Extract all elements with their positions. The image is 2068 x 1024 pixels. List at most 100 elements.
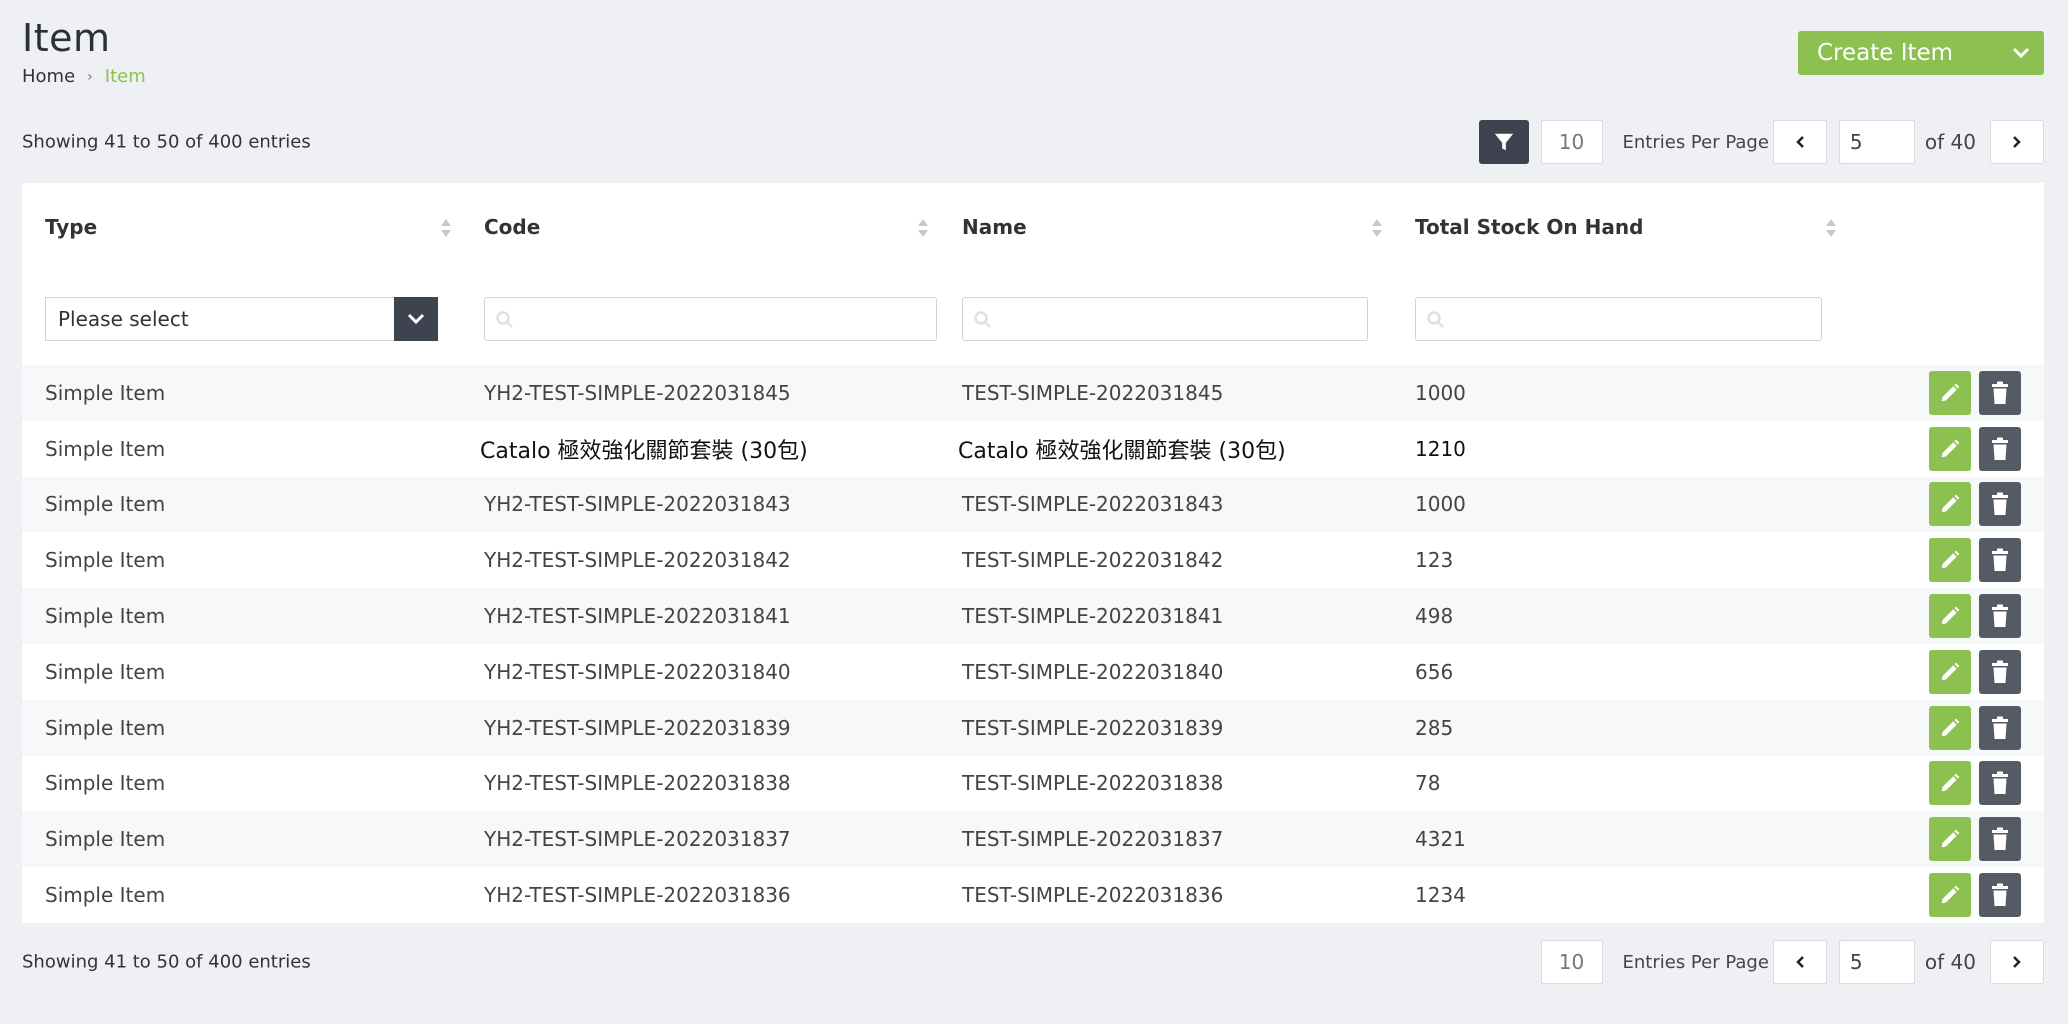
sort-icon[interactable] [440,217,452,239]
cell-type: Simple Item [45,827,166,852]
edit-button[interactable] [1929,594,1971,639]
chevron-left-icon [1796,136,1804,148]
breadcrumb-separator-icon: › [87,68,93,85]
trash-icon [1992,437,2008,460]
pencil-icon [1941,718,1960,736]
table-row: Simple Item YH2-TEST-SIMPLE-2022031839 T… [22,699,2044,756]
bottom-pager: Showing 41 to 50 of 400 entries 10 Entri… [22,940,2044,984]
cell-code: Catalo 極效強化關節套裝 (30包) [480,438,808,464]
delete-button[interactable] [1979,761,2021,806]
create-item-button[interactable]: Create Item [1798,31,2044,75]
page-number-input[interactable]: 5 [1838,120,1915,164]
pencil-icon [1941,885,1960,904]
edit-button[interactable] [1929,761,1971,806]
delete-button[interactable] [1979,370,2021,415]
edit-button[interactable] [1929,370,1971,415]
type-filter-select[interactable]: Please select [45,297,438,341]
delete-button[interactable] [1979,649,2021,694]
row-actions [1929,482,2021,527]
cell-type: Simple Item [45,883,166,908]
delete-button[interactable] [1979,705,2021,750]
per-page-input[interactable]: 10 [1540,120,1603,164]
cell-type: Simple Item [45,548,166,573]
filter-button[interactable] [1478,120,1529,164]
cell-type: Simple Item [45,492,166,517]
trash-icon [1992,381,2008,404]
sort-icon[interactable] [1371,217,1383,239]
header-code[interactable]: Code [484,215,540,239]
type-filter-value: Please select [58,307,189,331]
search-icon [1427,311,1444,328]
delete-button[interactable] [1979,594,2021,639]
name-search-input[interactable] [962,297,1368,341]
trash-icon [1992,771,2008,795]
entries-info: Showing 41 to 50 of 400 entries [22,131,311,153]
delete-button[interactable] [1979,873,2021,918]
edit-button[interactable] [1929,705,1971,750]
edit-button[interactable] [1929,873,1971,918]
edit-button[interactable] [1929,649,1971,694]
cell-name: TEST-SIMPLE-2022031837 [962,827,1224,852]
pencil-icon [1941,550,1960,569]
page-number-input[interactable]: 5 [1838,940,1915,984]
cell-stock: 285 [1415,715,1454,740]
edit-button[interactable] [1929,482,1971,527]
pencil-icon [1941,829,1960,848]
next-page-button[interactable] [1990,120,2044,164]
cell-stock: 656 [1415,659,1454,684]
trash-icon [1992,883,2008,907]
stock-search-input[interactable] [1415,297,1822,341]
table-row: Simple Item YH2-TEST-SIMPLE-2022031845 T… [22,365,2044,421]
pencil-icon [1941,606,1960,625]
cell-stock: 1210 [1415,436,1466,461]
delete-button[interactable] [1979,538,2021,583]
cell-type: Simple Item [45,659,166,684]
cell-code: YH2-TEST-SIMPLE-2022031842 [484,548,791,573]
breadcrumb-home-link[interactable]: Home [22,66,75,87]
cell-stock: 123 [1415,548,1454,573]
header-stock[interactable]: Total Stock On Hand [1415,215,1643,239]
edit-button[interactable] [1929,538,1971,583]
prev-page-button[interactable] [1772,940,1827,984]
edit-button[interactable] [1929,817,1971,862]
code-search-input[interactable] [484,297,937,341]
table-row: Simple Item YH2-TEST-SIMPLE-2022031841 T… [22,588,2044,644]
prev-page-button[interactable] [1772,120,1827,164]
sort-icon[interactable] [917,217,929,239]
pencil-icon [1941,662,1960,681]
chevron-down-icon[interactable] [1998,31,2044,75]
next-page-button[interactable] [1990,940,2044,984]
per-page-input[interactable]: 10 [1540,940,1603,984]
pencil-icon [1941,383,1960,402]
cell-type: Simple Item [45,436,166,461]
delete-button[interactable] [1979,426,2021,471]
top-pager: Showing 41 to 50 of 400 entries 10 Entri… [22,120,2044,164]
delete-button[interactable] [1979,817,2021,862]
table-row: Simple Item Catalo 極效強化關節套裝 (30包) Catalo… [22,420,2044,477]
row-actions [1929,649,2021,694]
header-name[interactable]: Name [962,215,1027,239]
cell-code: YH2-TEST-SIMPLE-2022031839 [484,715,791,740]
row-actions [1929,873,2021,918]
sort-icon[interactable] [1825,217,1837,239]
row-actions [1929,761,2021,806]
chevron-left-icon [1796,956,1804,968]
table-row: Simple Item YH2-TEST-SIMPLE-2022031837 T… [22,811,2044,868]
create-item-label: Create Item [1817,40,1954,66]
cell-code: YH2-TEST-SIMPLE-2022031838 [484,771,791,796]
edit-button[interactable] [1929,426,1971,471]
cell-code: YH2-TEST-SIMPLE-2022031841 [484,604,791,629]
cell-name: TEST-SIMPLE-2022031838 [962,771,1224,796]
cell-code: YH2-TEST-SIMPLE-2022031837 [484,827,791,852]
trash-icon [1992,660,2008,683]
cell-type: Simple Item [45,380,166,405]
chevron-right-icon [2013,956,2021,968]
chevron-right-icon [2013,136,2021,148]
chevron-down-icon[interactable] [394,297,438,341]
cell-stock: 4321 [1415,827,1466,852]
search-icon [974,311,991,328]
delete-button[interactable] [1979,482,2021,527]
cell-name: Catalo 極效強化關節套裝 (30包) [958,438,1286,464]
cell-name: TEST-SIMPLE-2022031840 [962,659,1224,684]
header-type[interactable]: Type [45,215,97,239]
